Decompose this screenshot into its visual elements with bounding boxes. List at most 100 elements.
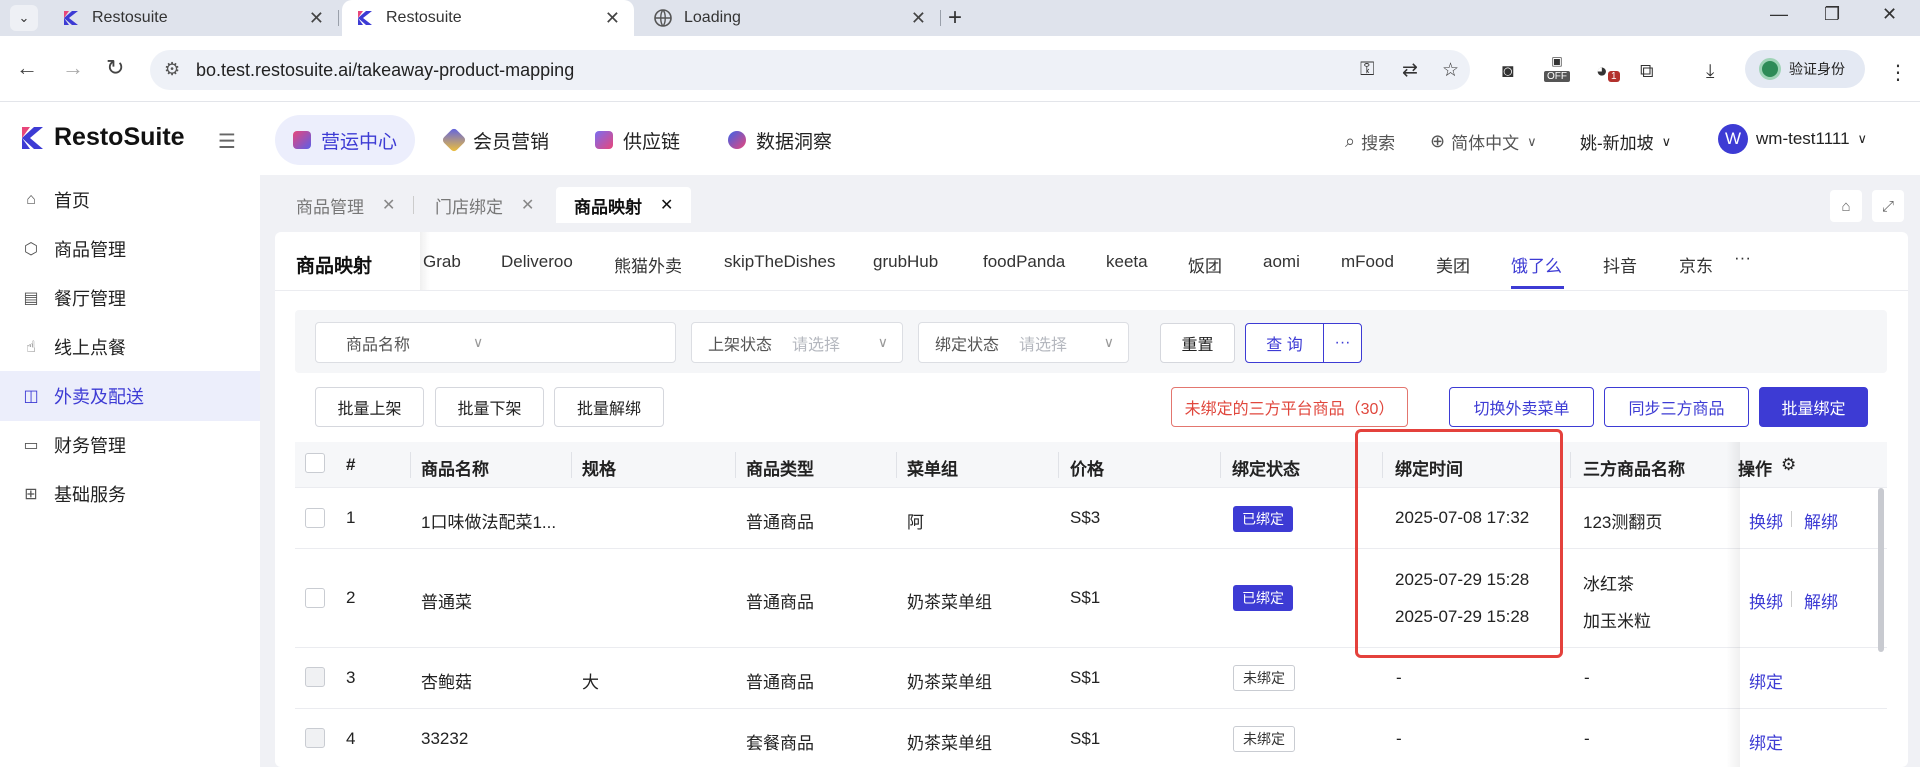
logo[interactable]: RestoSuite [20,123,185,152]
row-checkbox[interactable] [305,588,325,608]
reload-icon[interactable]: ↻ [106,55,124,81]
platform-tab-meituan[interactable]: 美团 [1436,252,1470,277]
reset-button[interactable]: 重置 [1160,323,1235,363]
sidebar-item-online-ordering[interactable]: ☝ 线上点餐 [0,322,260,372]
back-arrow-icon[interactable]: ← [16,55,38,81]
platform-tab-eleme[interactable]: 饿了么 [1511,252,1562,277]
home-tab-icon[interactable]: ⌂ [1830,190,1862,222]
sidebar-item-takeaway-delivery[interactable]: ◫ 外卖及配送 [0,371,260,421]
tab-list-chevron-icon[interactable]: ⌄ [10,5,38,31]
rebind-link[interactable]: 换绑 [1749,588,1783,613]
close-icon[interactable]: ✕ [521,195,534,215]
browser-tab-3[interactable]: Loading ✕ [640,0,941,36]
page-tab-product-mapping[interactable]: 商品映射 ✕ [556,187,692,223]
profile-verify-button[interactable]: 验证身份 [1745,50,1865,88]
extension-mask-icon[interactable]: ◙ [1502,61,1513,83]
fullscreen-icon[interactable]: ⤢ [1872,190,1904,222]
batch-unbind-button[interactable]: 批量解绑 [554,387,664,427]
column-divider [571,452,572,478]
platform-tab-aomi[interactable]: aomi [1263,252,1300,272]
platform-tab-deliveroo[interactable]: Deliveroo [501,252,573,272]
translate-icon[interactable]: ⇄ [1402,59,1418,82]
topnav-operations[interactable]: 营运中心 [275,115,416,165]
minimize-icon[interactable]: — [1770,4,1788,25]
platform-tab-douyin[interactable]: 抖音 [1603,252,1637,277]
url-text[interactable]: bo.test.restosuite.ai/takeaway-product-m… [196,60,574,81]
product-name-select[interactable]: 商品名称 ∨ [315,322,676,363]
row-checkbox[interactable] [305,728,325,748]
bind-link[interactable]: 绑定 [1749,668,1783,693]
site-settings-icon[interactable]: ⚙ [164,59,180,80]
batch-bind-button[interactable]: 批量绑定 [1759,387,1868,427]
sidebar-item-restaurant[interactable]: ▤ 餐厅管理 [0,273,260,323]
select-all-checkbox[interactable] [305,453,325,473]
row-checkbox[interactable] [305,508,325,528]
close-icon[interactable]: ✕ [660,195,673,215]
platform-tab-skipthedishes[interactable]: skipTheDishes [724,252,836,272]
close-icon[interactable]: ✕ [309,8,324,29]
address-bar[interactable]: ⚙ bo.test.restosuite.ai/takeaway-product… [150,50,1470,90]
unbound-third-party-button[interactable]: 未绑定的三方平台商品（30） [1171,387,1408,427]
maximize-icon[interactable]: ❐ [1824,4,1840,25]
store-select[interactable]: 姚-新加坡 ∨ [1580,129,1671,154]
platform-tab-fantuan[interactable]: 饭团 [1188,252,1222,277]
platform-tab-keeta[interactable]: keeta [1106,252,1148,272]
rebind-link[interactable]: 换绑 [1749,508,1783,533]
sidebar-item-home[interactable]: ⌂ 首页 [0,175,260,225]
column-settings-gear-icon[interactable]: ⚙ [1781,455,1796,475]
browser-tab-1[interactable]: Restosuite ✕ [48,0,339,36]
forward-arrow-icon[interactable]: → [62,55,84,81]
sidebar-item-products[interactable]: ⬡ 商品管理 [0,224,260,274]
topnav-data-insight[interactable]: 数据洞察 [710,115,850,165]
logo-text: RestoSuite [54,123,185,151]
close-icon[interactable]: ✕ [911,8,926,29]
download-icon[interactable]: ⤓ [1706,61,1714,83]
sidebar-item-label: 首页 [54,191,90,211]
platform-tab-mfood[interactable]: mFood [1341,252,1394,272]
browser-menu-icon[interactable]: ⋮ [1888,60,1908,85]
browser-tab-2[interactable]: Restosuite ✕ [342,0,634,36]
close-icon[interactable]: ✕ [382,195,395,215]
search-button[interactable]: ⌕ 搜索 [1345,129,1395,154]
extensions-puzzle-icon[interactable]: ⧉ [1640,61,1654,83]
bind-status-select[interactable]: 绑定状态 请选择 ∨ [918,322,1129,363]
sidebar: ⌂ 首页 ⬡ 商品管理 ▤ 餐厅管理 ☝ 线上点餐 ◫ 外卖及配送 ▭ 财务管理 ⊞ 基础服务 [0,175,260,767]
bind-link[interactable]: 绑定 [1749,729,1783,754]
page-tab-store-binding[interactable]: 门店绑定 ✕ [417,187,552,223]
batch-off-shelf-button[interactable]: 批量下架 [435,387,544,427]
sidebar-item-label: 财务管理 [54,436,126,456]
menu-collapse-icon[interactable]: ☰ [218,129,236,154]
topnav-supply-chain[interactable]: 供应链 [577,115,698,165]
sync-third-party-button[interactable]: 同步三方商品 [1604,387,1749,427]
unbind-link[interactable]: 解绑 [1804,588,1838,613]
window-close-icon[interactable]: ✕ [1882,4,1897,25]
table-scrollbar[interactable] [1878,488,1884,652]
more-platforms-icon[interactable]: ··· [1734,248,1751,268]
switch-menu-button[interactable]: 切换外卖菜单 [1449,387,1594,427]
sidebar-item-basic-services[interactable]: ⊞ 基础服务 [0,469,260,519]
close-icon[interactable]: ✕ [605,8,620,29]
extension-globe-icon[interactable]: ◕ 1 [1596,61,1620,83]
new-tab-plus-icon[interactable]: + [948,4,962,32]
query-button[interactable]: 查 询 [1245,323,1324,363]
platform-tab-panda[interactable]: 熊猫外卖 [614,252,682,277]
sidebar-item-finance[interactable]: ▭ 财务管理 [0,420,260,470]
row-checkbox[interactable] [305,667,325,687]
user-menu[interactable]: W wm-test1111 ∨ [1718,124,1867,154]
extension-off-icon[interactable]: ▣ OFF [1544,54,1570,82]
platform-tab-jd[interactable]: 京东 [1679,252,1713,277]
topnav-label: 营运中心 [321,131,398,153]
unbind-link[interactable]: 解绑 [1804,508,1838,533]
topnav-member-marketing[interactable]: 会员营销 [427,115,567,165]
shelf-status-select[interactable]: 上架状态 请选择 ∨ [691,322,903,363]
bookmark-star-icon[interactable]: ☆ [1442,59,1459,82]
language-select[interactable]: ⊕ 简体中文 ∨ [1430,129,1537,154]
platform-tab-grubhub[interactable]: grubHub [873,252,938,272]
more-filters-button[interactable]: ··· [1323,323,1362,363]
cell-product-type: 套餐商品 [746,734,814,753]
page-tab-product-management[interactable]: 商品管理 ✕ [278,187,413,223]
batch-on-shelf-button[interactable]: 批量上架 [315,387,424,427]
key-icon[interactable]: ⚿ [1360,59,1374,81]
platform-tab-foodpanda[interactable]: foodPanda [983,252,1065,272]
platform-tab-grab[interactable]: Grab [423,252,461,272]
